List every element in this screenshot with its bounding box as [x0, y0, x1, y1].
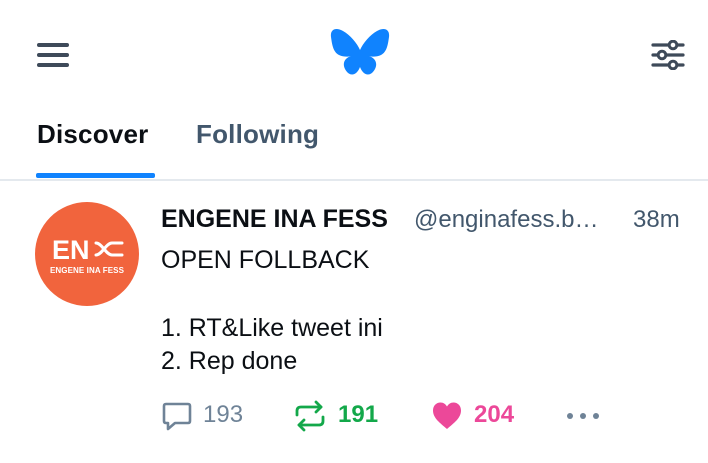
feed-post[interactable]: EN ENGENE INA FESS ENGENE INA FESS @engi…	[0, 181, 708, 463]
heart-icon	[433, 402, 461, 429]
post-text-line: 2. Rep done	[161, 347, 298, 375]
reply-bubble-icon	[162, 402, 192, 431]
top-bar	[0, 0, 708, 105]
butterfly-logo-icon[interactable]	[330, 28, 390, 80]
svg-text:EN: EN	[52, 235, 90, 263]
more-options-button[interactable]	[565, 394, 605, 438]
author-handle[interactable]: @enginafess.b…	[414, 206, 598, 234]
repost-icon	[295, 400, 325, 432]
post-timestamp[interactable]: 38m	[633, 206, 680, 234]
tab-discover[interactable]: Discover	[37, 119, 148, 180]
post-header: ENGENE INA FESS @enginafess.b… 38m	[161, 205, 691, 239]
hamburger-menu-icon[interactable]	[37, 40, 69, 70]
post-text-line: 1. RT&Like tweet ini	[161, 314, 383, 342]
post-text-line: OPEN FOLLBACK	[161, 246, 370, 274]
avatar-logo-mark: EN	[52, 235, 124, 263]
feed-settings-sliders-icon[interactable]	[651, 40, 685, 70]
tab-following[interactable]: Following	[196, 119, 319, 180]
avatar[interactable]: EN ENGENE INA FESS	[35, 202, 139, 306]
reply-button[interactable]: 193	[161, 394, 261, 438]
reply-count: 193	[203, 401, 244, 428]
like-button[interactable]: 204	[431, 394, 531, 438]
active-tab-indicator	[36, 173, 155, 178]
avatar-caption: ENGENE INA FESS	[49, 266, 125, 275]
repost-count: 191	[338, 401, 379, 428]
repost-button[interactable]: 191	[293, 394, 393, 438]
more-dots-icon	[567, 413, 599, 419]
post-actions: 193 191 204	[161, 394, 621, 438]
like-count: 204	[474, 401, 515, 428]
feed-tabs: Discover Following	[0, 105, 708, 180]
author-display-name[interactable]: ENGENE INA FESS	[161, 205, 388, 234]
